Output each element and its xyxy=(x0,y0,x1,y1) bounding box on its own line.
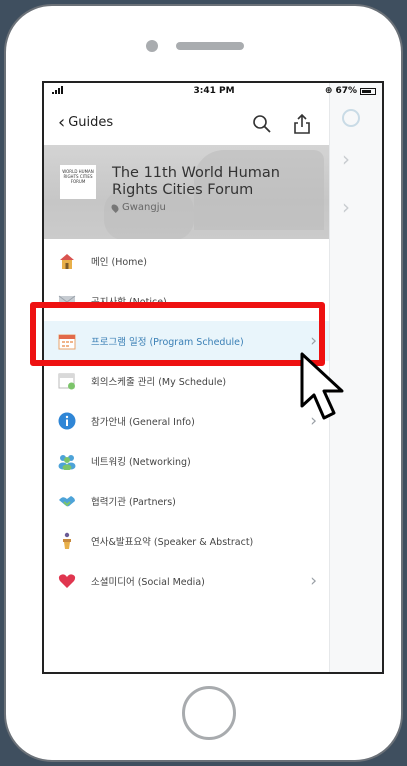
menu-item-home[interactable]: 메인 (Home) xyxy=(44,241,329,281)
mouse-pointer-icon xyxy=(300,352,344,420)
back-button[interactable]: ‹ Guides xyxy=(58,111,114,133)
share-icon[interactable] xyxy=(292,113,312,135)
chevron-right-icon: › xyxy=(342,147,350,171)
front-camera xyxy=(146,40,158,52)
guide-menu: 메인 (Home) 공지사항 (Notice) 프로그램 일정 (Program… xyxy=(44,241,329,601)
chevron-right-icon: › xyxy=(342,195,350,219)
lock-rotation-icon: ⊕ xyxy=(324,86,333,96)
heart-icon xyxy=(58,574,76,588)
handshake-icon xyxy=(59,496,75,507)
highlight-box xyxy=(30,302,325,366)
menu-item-general-info[interactable]: 참가안내 (General Info) › xyxy=(44,401,329,441)
location-pin-icon xyxy=(110,202,120,213)
schedule-icon xyxy=(58,373,75,390)
nav-bar: ‹ Guides xyxy=(44,105,329,143)
search-icon[interactable] xyxy=(252,114,272,134)
podium-icon xyxy=(63,532,71,549)
chevron-left-icon: ‹ xyxy=(58,111,66,133)
profile-icon[interactable] xyxy=(342,109,360,127)
home-icon xyxy=(60,254,74,269)
event-location: Gwangju xyxy=(110,202,166,213)
battery-icon xyxy=(360,87,376,95)
event-title: The 11th World Human Rights Cities Forum xyxy=(112,165,280,198)
side-menu-panel: ‹ Guides WORLD HUMAN RIGHTS CITIES FORUM… xyxy=(44,83,329,672)
menu-item-networking[interactable]: 네트워킹 (Networking) xyxy=(44,441,329,481)
event-header: WORLD HUMAN RIGHTS CITIES FORUM The 11th… xyxy=(44,145,329,239)
people-icon xyxy=(58,455,76,470)
info-icon xyxy=(58,412,76,430)
menu-item-my-schedule[interactable]: 회의스케줄 관리 (My Schedule) xyxy=(44,361,329,401)
chevron-right-icon: › xyxy=(310,571,317,591)
menu-item-partners[interactable]: 협력기관 (Partners) xyxy=(44,481,329,521)
home-button[interactable] xyxy=(182,686,236,740)
battery-percent: 67% xyxy=(335,86,357,96)
earpiece-speaker xyxy=(176,42,244,50)
back-label: Guides xyxy=(68,115,114,130)
status-bar: 3:41 PM ⊕ 67% xyxy=(44,83,382,101)
menu-item-speaker-abstract[interactable]: 연사&발표요약 (Speaker & Abstract) xyxy=(44,521,329,561)
forum-logo: WORLD HUMAN RIGHTS CITIES FORUM xyxy=(60,165,96,199)
menu-item-social-media[interactable]: 소셜미디어 (Social Media) › xyxy=(44,561,329,601)
